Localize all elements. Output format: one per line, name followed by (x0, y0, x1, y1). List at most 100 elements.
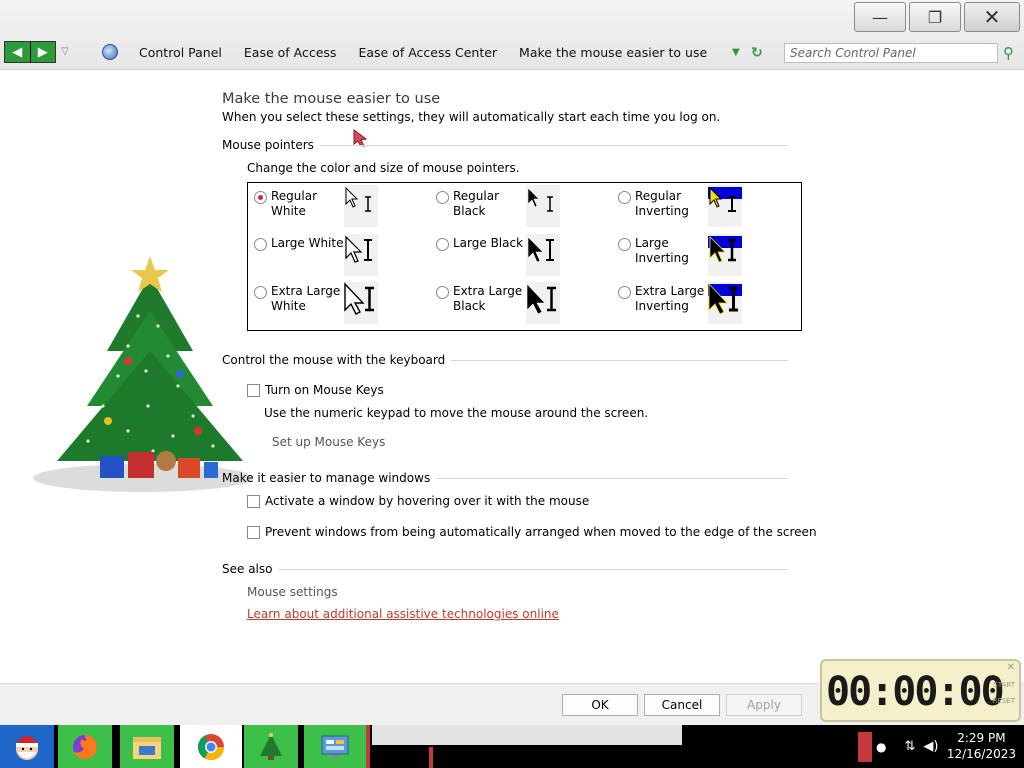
option-label: Extra Large White (271, 284, 341, 313)
radio-large-white[interactable] (254, 238, 267, 251)
radio-large-inverting[interactable] (618, 238, 631, 251)
section-heading: Control the mouse with the keyboard (222, 353, 446, 367)
forward-button[interactable]: ▶ (30, 42, 55, 62)
mouse-settings-link[interactable]: Mouse settings (247, 585, 338, 599)
option-large-black[interactable]: Large Black (436, 236, 531, 251)
assistive-technologies-link[interactable]: Learn about additional assistive technol… (247, 607, 559, 621)
radio-extra-large-inverting[interactable] (618, 286, 631, 299)
show-desktop-button[interactable] (858, 731, 872, 762)
breadcrumb-ease-of-access[interactable]: Ease of Access (244, 45, 337, 60)
section-windows: Make it easier to manage windows (222, 471, 788, 485)
firefox-icon (73, 734, 97, 759)
option-regular-inverting[interactable]: Regular Inverting (618, 189, 713, 219)
prevent-snap-row[interactable]: Prevent windows from being automatically… (247, 525, 817, 539)
option-label: Regular White (271, 189, 318, 218)
chrome-icon (197, 733, 225, 760)
arrow-left-icon: ◀ (12, 44, 23, 60)
refresh-icon[interactable]: ↻ (751, 45, 767, 61)
timer-start-button[interactable]: START (993, 681, 1015, 689)
search-icon[interactable]: ⚲ (1003, 44, 1014, 62)
section-see-also: See also (222, 562, 788, 576)
option-extra-large-black[interactable]: Extra Large Black (436, 284, 531, 314)
setup-mouse-keys-link[interactable]: Set up Mouse Keys (272, 435, 385, 449)
taskbar-christmas-tree[interactable] (244, 725, 298, 768)
search-input[interactable]: Search Control Panel (784, 43, 998, 63)
section-heading: Mouse pointers (222, 138, 314, 152)
network-icon[interactable]: ⇅ (904, 739, 915, 754)
option-extra-large-inverting[interactable]: Extra Large Inverting (618, 284, 713, 314)
hover-activate-label: Activate a window by hovering over it wi… (265, 494, 590, 508)
notification-dot-icon[interactable]: ● (876, 740, 886, 754)
mouse-keys-description: Use the numeric keypad to move the mouse… (264, 406, 649, 420)
taskbar-file-explorer[interactable] (120, 725, 174, 768)
mouse-keys-label: Turn on Mouse Keys (265, 383, 384, 397)
prevent-snap-checkbox[interactable] (247, 525, 260, 539)
main-content: Make the mouse easier to use When you se… (0, 71, 1024, 683)
minimize-icon: — (872, 7, 888, 27)
folder-icon (133, 736, 161, 759)
restore-icon: ❐ (927, 7, 943, 27)
mouse-keys-row[interactable]: Turn on Mouse Keys (247, 383, 384, 397)
restore-button[interactable]: ❐ (909, 2, 961, 32)
taskbar-divider (366, 725, 370, 768)
santa-icon (16, 735, 38, 760)
option-regular-black[interactable]: Regular Black (436, 189, 531, 219)
ok-button[interactable]: OK (562, 694, 638, 716)
radio-extra-large-black[interactable] (436, 286, 449, 299)
option-label: Extra Large Inverting (635, 284, 705, 313)
control-panel-icon[interactable] (102, 44, 118, 60)
radio-extra-large-white[interactable] (254, 286, 267, 299)
breadcrumb-current-page[interactable]: Make the mouse easier to use (519, 45, 707, 60)
cancel-button[interactable]: Cancel (644, 694, 720, 716)
close-button[interactable]: ✕ (964, 2, 1020, 32)
option-large-white[interactable]: Large White (254, 236, 349, 251)
address-dropdown[interactable]: ▼ (732, 47, 740, 58)
page-subtitle: When you select these settings, they wil… (222, 110, 721, 124)
option-label: Regular Black (453, 189, 500, 218)
option-label: Extra Large Black (453, 284, 523, 313)
section-keyboard: Control the mouse with the keyboard (222, 353, 788, 367)
option-label: Large Black (453, 236, 524, 250)
radio-regular-black[interactable] (436, 191, 449, 204)
apply-button[interactable]: Apply (726, 694, 802, 716)
minimize-button[interactable]: — (854, 2, 906, 32)
mouse-keys-checkbox[interactable] (247, 383, 260, 397)
back-button[interactable]: ◀ (5, 42, 31, 62)
clock-time: 2:29 PM (957, 731, 1006, 745)
option-extra-large-white[interactable]: Extra Large White (254, 284, 349, 314)
preview-extra-large-black (526, 282, 560, 324)
prevent-snap-label: Prevent windows from being automatically… (265, 525, 817, 539)
breadcrumb-control-panel[interactable]: Control Panel (139, 45, 222, 60)
pointer-scheme-group: Regular White Regular Black Regular Inve… (247, 182, 802, 331)
hover-activate-checkbox[interactable] (247, 494, 260, 508)
taskbar-control-panel[interactable] (304, 725, 366, 768)
radio-large-black[interactable] (436, 238, 449, 251)
radio-regular-white[interactable] (254, 191, 267, 204)
breadcrumb: Control Panel Ease of Access Ease of Acc… (139, 45, 707, 60)
christmas-tree-icon (33, 256, 253, 492)
start-button[interactable] (0, 725, 54, 768)
taskbar-chrome[interactable] (180, 725, 242, 768)
section-heading: See also (222, 562, 273, 576)
nav-arrows: ◀ ▶ (4, 41, 56, 63)
timer-reset-button[interactable]: RESET (993, 697, 1015, 705)
taskbar-firefox[interactable] (58, 725, 112, 768)
clock[interactable]: 2:29 PM 12/16/2023 (947, 730, 1016, 762)
page-title: Make the mouse easier to use (222, 91, 441, 107)
divider (278, 568, 788, 570)
option-regular-white[interactable]: Regular White (254, 189, 349, 219)
hover-activate-row[interactable]: Activate a window by hovering over it wi… (247, 494, 589, 508)
volume-icon[interactable]: ◀) (923, 739, 938, 754)
option-label: Regular Inverting (635, 189, 689, 218)
chevron-down-icon: ▽ (61, 46, 69, 57)
taskbar: ● ⇅ ◀) 2:29 PM 12/16/2023 (0, 725, 1024, 768)
timer-close-icon[interactable]: ✕ (1007, 662, 1015, 673)
radio-regular-inverting[interactable] (618, 191, 631, 204)
preview-regular-white (344, 185, 378, 227)
preview-large-inverting (708, 234, 742, 276)
breadcrumb-ease-of-access-center[interactable]: Ease of Access Center (358, 45, 497, 60)
triangle-down-icon: ▼ (732, 47, 740, 58)
recent-pages-dropdown[interactable]: ▽ (61, 46, 69, 57)
option-large-inverting[interactable]: Large Inverting (618, 236, 713, 266)
timer-widget: 00:00:00 ✕ START RESET (820, 659, 1021, 722)
